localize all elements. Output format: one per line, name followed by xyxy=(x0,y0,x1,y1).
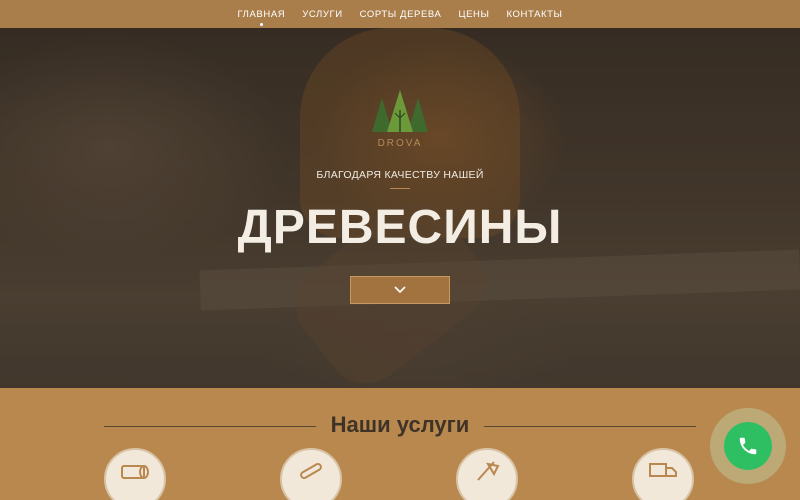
main-nav: ГЛАВНАЯ УСЛУГИ СОРТЫ ДЕРЕВА ЦЕНЫ КОНТАКТ… xyxy=(0,0,800,28)
hero-title: ДРЕВЕСИНЫ xyxy=(237,201,563,254)
chainsaw-icon xyxy=(300,463,322,479)
truck-icon xyxy=(649,463,677,477)
hero-subtitle: БЛАГОДАРЯ КАЧЕСТВУ НАШЕЙ xyxy=(316,169,484,181)
service-splitting-icon[interactable] xyxy=(456,448,518,500)
call-button-inner[interactable] xyxy=(724,422,772,470)
nav-item-wood-types[interactable]: СОРТЫ ДЕРЕВА xyxy=(360,9,442,20)
service-cutting-icon[interactable] xyxy=(280,448,342,500)
services-section: Наши услуги xyxy=(0,388,800,500)
log-icon xyxy=(121,465,149,479)
nav-item-services[interactable]: УСЛУГИ xyxy=(302,9,342,20)
service-delivery-icon[interactable] xyxy=(632,448,694,500)
services-title: Наши услуги xyxy=(330,412,470,437)
hero-divider xyxy=(390,188,410,189)
logo-text: DROVA xyxy=(377,138,423,149)
nav-item-home[interactable]: ГЛАВНАЯ xyxy=(237,9,285,26)
phone-icon xyxy=(739,437,757,455)
services-title-line-right xyxy=(484,426,696,427)
hero-section: DROVA БЛАГОДАРЯ КАЧЕСТВУ НАШЕЙ ДРЕВЕСИНЫ xyxy=(0,28,800,388)
trees-logo-icon xyxy=(372,90,428,132)
nav-item-prices[interactable]: ЦЕНЫ xyxy=(458,9,489,20)
service-firewood-icon[interactable] xyxy=(104,448,166,500)
nav-item-contacts[interactable]: КОНТАКТЫ xyxy=(507,9,563,20)
site-logo[interactable]: DROVA xyxy=(369,88,431,162)
scroll-down-button[interactable] xyxy=(350,276,450,304)
chevron-down-icon xyxy=(394,286,406,294)
axe-icon xyxy=(477,461,500,481)
call-button[interactable] xyxy=(710,408,786,484)
